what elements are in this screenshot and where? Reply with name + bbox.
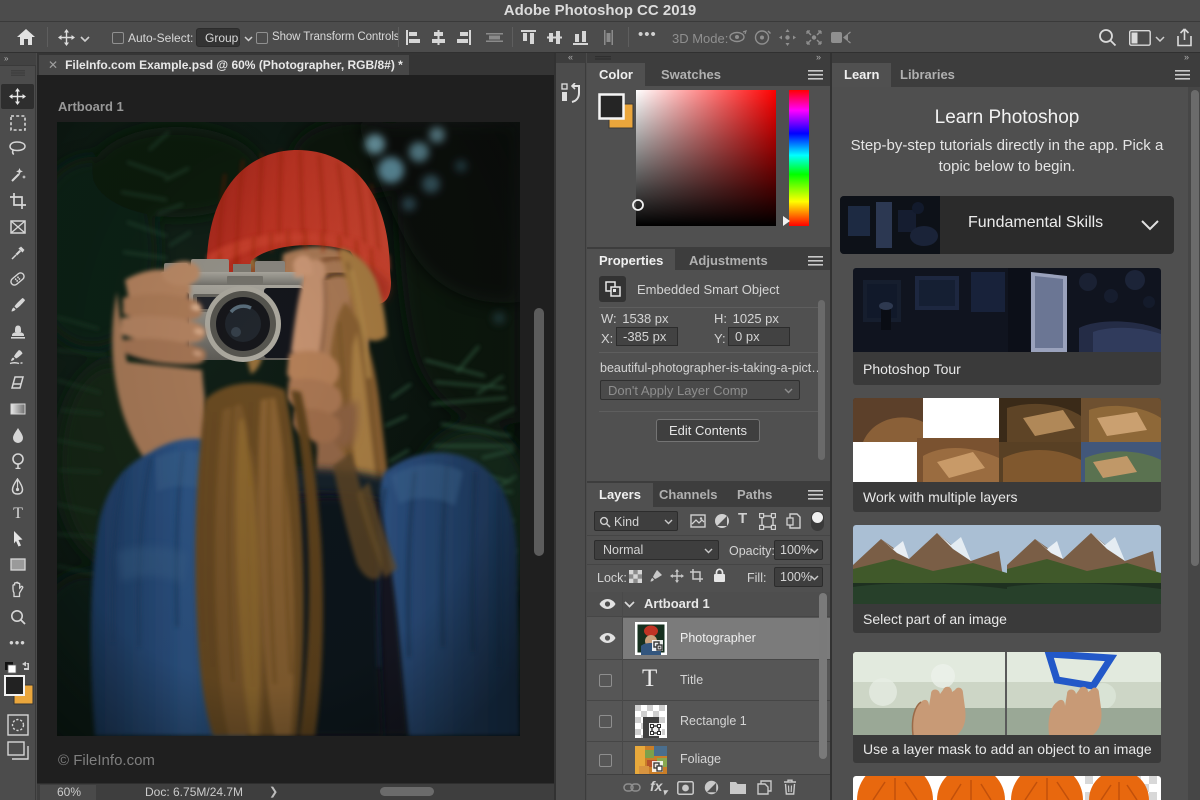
svg-text:T: T bbox=[13, 505, 23, 521]
